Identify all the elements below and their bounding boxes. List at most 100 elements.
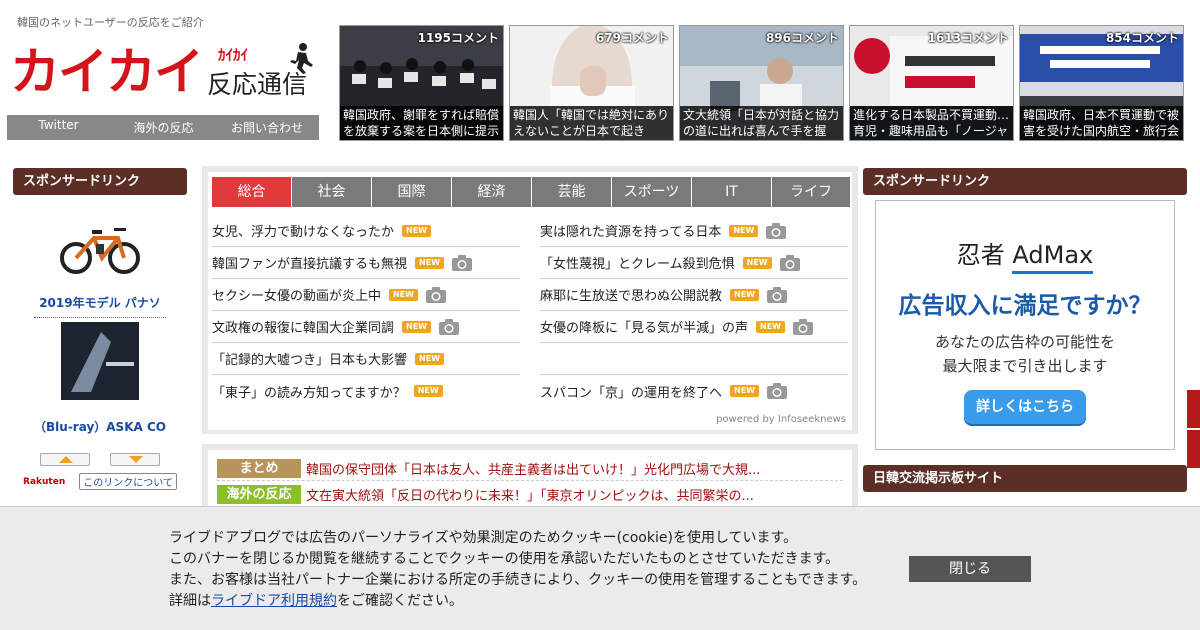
new-badge: NEW — [402, 320, 431, 333]
featured-article-5[interactable]: 854コメント 韓国政府、日本不買運動で被害を受けた国内航空・旅行会 — [1019, 25, 1184, 141]
cookie-close-button[interactable]: 閉じる — [909, 556, 1031, 582]
sponsored-links-heading-right: スポンサードリンク — [863, 168, 1187, 195]
news-box: 総合 社会 国際 経済 芸能 スポーツ IT ライフ 女児、浮力で動けなくなった… — [202, 166, 858, 434]
featured-articles: 1195コメント 韓国政府、謝罪をすれば賠償を放棄する案を日本側に提示 679コ… — [339, 25, 1184, 141]
camera-icon — [793, 318, 813, 335]
edge-side-tab-2[interactable] — [1187, 430, 1200, 468]
summary-link[interactable]: 韓国の保守団体「日本は友人、共産主義者は出ていけ！」光化門広場で大規... — [306, 459, 760, 478]
featured-article-2[interactable]: 679コメント 韓国人「韓国では絶対にありえないことが日本で起き — [509, 25, 674, 141]
terms-link[interactable]: ライブドア利用規約 — [211, 593, 337, 609]
news-column-left: 女児、浮力で動けなくなったか NEW 韓国ファンが直接抗議するも無視 NEW セクシー女… — [212, 215, 520, 407]
ad-brand: 忍者 AdMax — [876, 235, 1174, 274]
cookie-line-1: ライブドアブログでは広告のパーソナライズや効果測定のためクッキー(cookie)… — [169, 530, 798, 546]
product2-title[interactable]: （Blu-ray）ASKA CO — [13, 418, 187, 435]
news-item[interactable]: 韓国ファンが直接抗議するも無視 NEW — [212, 247, 520, 279]
carousel-down-button[interactable] — [110, 453, 160, 466]
ad-subtext: あなたの広告枠の可能性を 最大限まで引き出します — [876, 330, 1174, 378]
news-tabs: 総合 社会 国際 経済 芸能 スポーツ IT ライフ — [212, 177, 851, 207]
tab-international[interactable]: 国際 — [372, 177, 451, 207]
ad-brand-admax: AdMax — [1012, 241, 1094, 274]
new-badge: NEW — [730, 288, 759, 301]
news-title[interactable]: 「女性蔑視」とクレーム殺到危惧 — [540, 253, 735, 272]
article-caption: 韓国政府、謝罪をすれば賠償を放棄する案を日本側に提示 — [340, 106, 503, 140]
product1-title[interactable]: 2019年モデル パナソ — [13, 294, 187, 311]
news-title[interactable]: 「東子」の読み方知ってますか？ — [212, 382, 406, 401]
featured-article-4[interactable]: 1613コメント 進化する日本製品不買運動…育児・趣味用品も「ノージャ — [849, 25, 1014, 141]
news-item[interactable]: 麻耶に生放送で思わぬ公開説教 NEW — [540, 279, 848, 311]
news-item[interactable]: 実は隠れた資源を持ってる日本 NEW — [540, 215, 848, 247]
cookie-line-2: このバナーを閉じるか閲覧を継続することでクッキーの使用を承認いただいたものとさせ… — [169, 551, 840, 567]
divider — [34, 317, 166, 318]
comment-count: 854コメント — [1105, 31, 1179, 45]
tab-economy[interactable]: 経済 — [452, 177, 531, 207]
edge-side-tab-1[interactable] — [1187, 390, 1200, 428]
carousel-up-button[interactable] — [40, 453, 90, 466]
camera-icon — [779, 254, 800, 271]
exchange-board-heading: 日韓交流掲示板サイト — [863, 465, 1187, 492]
comment-count: 896コメント — [765, 31, 839, 45]
nav-overseas-reactions[interactable]: 海外の反応 — [110, 119, 217, 136]
cookie-line-4: 詳細はライブドア利用規約をご確認ください。 — [169, 591, 866, 612]
camera-icon — [452, 254, 472, 271]
bicycle-product-image[interactable] — [58, 206, 142, 290]
cookie-line-4-post: をご確認ください。 — [337, 593, 463, 609]
summary-row[interactable]: まとめ 韓国の保守団体「日本は友人、共産主義者は出ていけ！」光化門広場で大規..… — [217, 459, 843, 481]
news-title[interactable]: 麻耶に生放送で思わぬ公開説教 — [540, 285, 722, 304]
nav-twitter[interactable]: Twitter — [7, 118, 110, 132]
featured-article-1[interactable]: 1195コメント 韓国政府、謝罪をすれば賠償を放棄する案を日本側に提示 — [339, 25, 504, 141]
ad-subtext-line2: 最大限まで引き出します — [942, 357, 1108, 375]
news-title[interactable]: 「記録的大嘘つき」日本も大影響 — [212, 349, 407, 368]
new-badge: NEW — [756, 320, 785, 333]
about-link[interactable]: このリンクについて — [79, 473, 177, 490]
summary-row[interactable]: 海外の反応 文在寅大統領「反日の代わりに未来！」「東京オリンピックは、共同繁栄の… — [217, 485, 754, 504]
news-item[interactable]: 女優の降板に「見る気が半減」の声 NEW — [540, 311, 848, 343]
site-logo[interactable]: カイカイ ｶｲｶｲ 反応通信 — [10, 40, 320, 108]
summary-panel: まとめ 韓国の保守団体「日本は友人、共産主義者は出ていけ！」光化門広場で大規..… — [208, 450, 852, 514]
news-panel: 総合 社会 国際 経済 芸能 スポーツ IT ライフ 女児、浮力で動けなくなった… — [208, 172, 852, 430]
news-item[interactable]: セクシー女優の動画が炎上中 NEW — [212, 279, 520, 311]
new-badge: NEW — [415, 352, 444, 365]
logo-kana-text: ｶｲｶｲ — [218, 46, 249, 64]
ad-details-button[interactable]: 詳しくはこちら — [964, 390, 1086, 424]
news-title[interactable]: セクシー女優の動画が炎上中 — [212, 285, 381, 304]
summary-box: まとめ 韓国の保守団体「日本は友人、共産主義者は出ていけ！」光化門広場で大規..… — [202, 444, 858, 514]
cookie-line-3: また、お客様は当社パートナー企業における所定の手続きにより、クッキーの使用を管理… — [169, 572, 867, 588]
tab-sports[interactable]: スポーツ — [612, 177, 691, 207]
news-item[interactable]: 「記録的大嘘つき」日本も大影響 NEW — [212, 343, 520, 375]
news-title[interactable]: 文政権の報復に韓国大企業同調 — [212, 317, 394, 336]
news-title[interactable]: 実は隠れた資源を持ってる日本 — [540, 221, 721, 240]
summary-tag: 海外の反応 — [217, 485, 301, 504]
running-man-icon — [290, 43, 313, 74]
news-title[interactable]: 女優の降板に「見る気が半減」の声 — [540, 317, 748, 336]
arrow-down-icon — [129, 456, 143, 463]
logo-main-text: カイカイ — [10, 43, 204, 101]
tab-life[interactable]: ライフ — [772, 177, 850, 207]
tab-society[interactable]: 社会 — [292, 177, 371, 207]
news-item[interactable]: 女児、浮力で動けなくなったか NEW — [212, 215, 520, 247]
powered-by: powered by Infoseeknews — [716, 414, 846, 425]
camera-icon — [426, 286, 446, 303]
featured-article-3[interactable]: 896コメント 文大統領「日本が対話と協力の道に出れば喜んで手を握 — [679, 25, 844, 141]
news-title[interactable]: 女児、浮力で動けなくなったか — [212, 221, 394, 240]
tab-general[interactable]: 総合 — [212, 177, 291, 207]
site-tagline: 韓国のネットユーザーの反応をご紹介 — [17, 16, 204, 29]
news-title[interactable]: スパコン「京」の運用を終了へ — [540, 382, 722, 401]
tab-entertainment[interactable]: 芸能 — [532, 177, 611, 207]
comment-count: 1613コメント — [927, 31, 1009, 45]
article-caption: 進化する日本製品不買運動…育児・趣味用品も「ノージャ — [850, 106, 1013, 140]
ad-subtext-line1: あなたの広告枠の可能性を — [934, 333, 1115, 351]
main-nav: Twitter 海外の反応 お問い合わせ — [7, 115, 319, 140]
news-item[interactable]: スパコン「京」の運用を終了へ NEW — [540, 375, 848, 407]
sponsored-links-heading: スポンサードリンク — [13, 168, 187, 195]
ninja-admax-ad[interactable]: 忍者 AdMax 広告収入に満足ですか？ あなたの広告枠の可能性を 最大限まで引… — [875, 200, 1175, 450]
bicycle-icon — [60, 228, 140, 274]
tab-it[interactable]: IT — [692, 177, 771, 207]
rakuten-logo[interactable]: Rakuten — [23, 477, 65, 487]
summary-link[interactable]: 文在寅大統領「反日の代わりに未来！」「東京オリンピックは、共同繁栄の... — [306, 485, 754, 504]
news-item[interactable]: 文政権の報復に韓国大企業同調 NEW — [212, 311, 520, 343]
bluray-product-image[interactable] — [61, 322, 139, 400]
nav-contact[interactable]: お問い合わせ — [217, 119, 317, 136]
news-item[interactable]: 「東子」の読み方知ってますか？ NEW — [212, 375, 520, 407]
news-item[interactable]: 「女性蔑視」とクレーム殺到危惧 NEW — [540, 247, 848, 279]
news-title[interactable]: 韓国ファンが直接抗議するも無視 — [212, 253, 407, 272]
